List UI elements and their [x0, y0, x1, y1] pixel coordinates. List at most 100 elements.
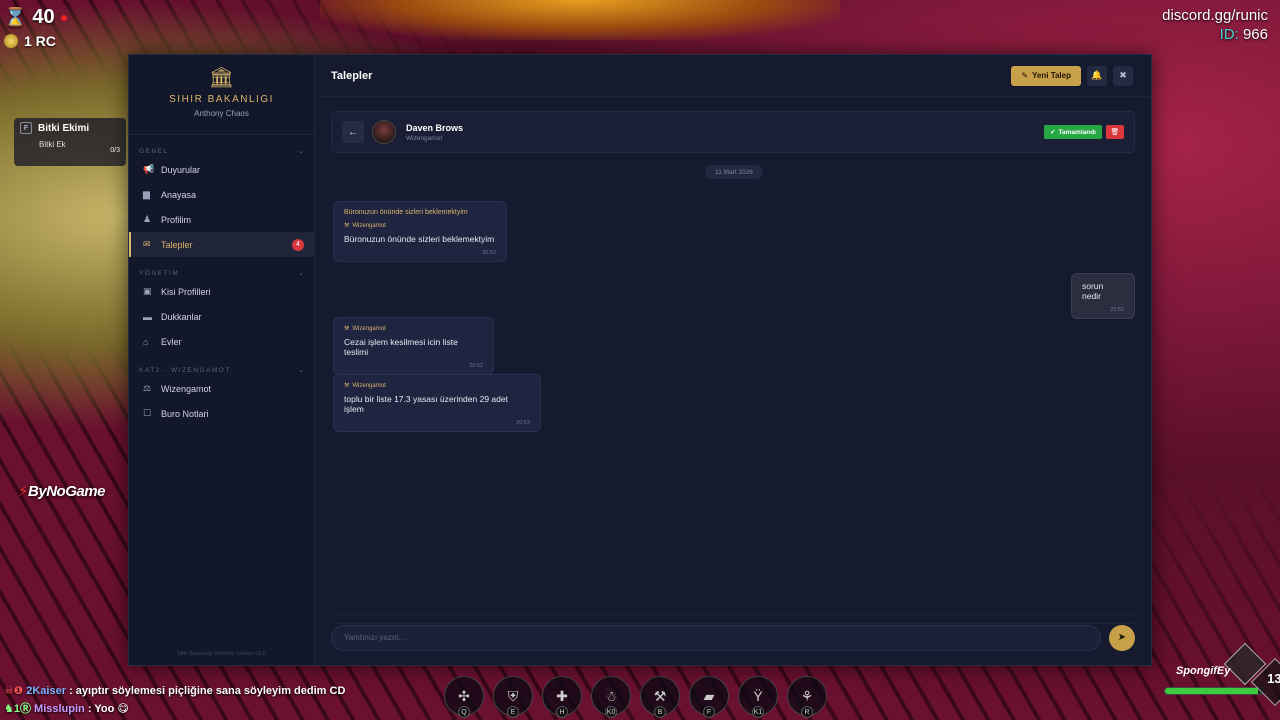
player-id: ID: 966 [1162, 25, 1268, 44]
user-icon: ♟ [143, 214, 152, 224]
chat-line: ☠❶ 2Kaiser : ayıptır söylemesi piçliğine… [4, 682, 345, 700]
sidebar-item-talepler[interactable]: ✉ Talepler 4 [129, 232, 314, 257]
send-button[interactable]: ➤ [1109, 624, 1135, 651]
reply-quote: Büronuzun önünde sizleri beklemektyim [344, 209, 468, 216]
nav-section-genel[interactable]: GENEL ⌄ [129, 145, 314, 157]
hotbar-slot-q[interactable]: ✣ Q [444, 676, 484, 718]
sidebar-item-evler[interactable]: ⌂ Evler [129, 329, 314, 354]
sidebar-item-wizengamot[interactable]: ⚖ Wizengamot [129, 376, 314, 401]
close-button[interactable]: ✖ [1113, 65, 1133, 86]
alert-dot-icon [60, 14, 67, 21]
back-button[interactable]: ← [342, 121, 364, 143]
brand-user: Anthony Chaos [194, 109, 249, 118]
hotbar-key: Q [458, 706, 470, 718]
nav-section-label: KAT2 - WIZENGAMOT [139, 366, 231, 374]
player-id-label: ID: [1219, 26, 1239, 43]
hotbar-key: K1 [752, 706, 764, 718]
reply-input[interactable] [331, 624, 1101, 651]
mark-done-button[interactable]: ✔ Tamamlandı [1044, 125, 1102, 139]
sidebar-item-duyurular[interactable]: 📢 Duyurular [129, 157, 314, 182]
sidebar-item-anayasa[interactable]: ▆ Anayasa [129, 182, 314, 207]
sidebar: 🏛 SIHIR BAKANLIGI Anthony Chaos GENEL ⌄ … [129, 55, 315, 665]
timer-value: 40 [32, 6, 55, 28]
wallet-icon: ▰ [703, 687, 715, 704]
megaphone-icon: 📢 [143, 164, 155, 174]
nav-section-yonetim[interactable]: YÖNETİM ⌄ [129, 267, 314, 279]
discord-link: discord.gg/runic [1162, 7, 1268, 24]
message-text: Büronuzun önünde sizleri beklemektyim [344, 234, 495, 244]
hotbar-key: B [654, 706, 666, 718]
hotbar-slot-k1[interactable]: Ÿ K1 [738, 676, 778, 718]
message-time: 20:52 [469, 363, 483, 369]
player-name: SpongifEy [1176, 665, 1231, 677]
sidebar-item-dukkanlar[interactable]: ▬ Dukkanlar [129, 304, 314, 329]
delete-button[interactable]: 🗑 [1106, 125, 1124, 139]
sidebar-item-buro-notlari[interactable]: ☐ Buro Notlari [129, 401, 314, 426]
message-bubble-incoming: ⚒ Wizengamot Cezai işlem kesilmesi icin l… [333, 317, 494, 375]
hotbar-slot-r[interactable]: ⚘ R [787, 676, 827, 718]
hud-top-left: ⌛ 40 1 RC [4, 6, 67, 49]
bynogame-logo: ⚡ByNoGame [18, 482, 105, 500]
sidebar-item-profilim[interactable]: ♟ Profilim [129, 207, 314, 232]
message-sender: ⚒ Wizengamot [344, 382, 530, 390]
hotbar-key: R [801, 706, 813, 718]
health-bar [1164, 687, 1264, 695]
notifications-button[interactable]: 🔔 [1087, 65, 1107, 86]
sidebar-item-label: Dukkanlar [161, 311, 202, 322]
arrow-left-icon: ← [348, 126, 358, 138]
plant-icon: ⚘ [800, 687, 814, 704]
contact-name: Daven Brows [406, 122, 464, 133]
close-icon: ✖ [1119, 70, 1127, 80]
check-icon: ✔ [1050, 129, 1056, 136]
page-title: Talepler [331, 69, 373, 82]
avatar [372, 120, 396, 144]
hotbar-slot-b[interactable]: ⚒ B [640, 676, 680, 718]
id-card-icon: ▣ [143, 286, 152, 296]
quest-progress: 0/3 [110, 147, 120, 154]
chat-sender: 2Kaiser [26, 685, 67, 697]
sidebar-item-label: Profilim [161, 214, 192, 225]
quest-tracker: F Bitki Ekimi Bitki Ek 0/3 [14, 118, 126, 166]
message-list: 11 Mart 2026 Büronuzun önünde sizleri be… [315, 153, 1151, 665]
home-icon: ⌂ [143, 336, 149, 347]
hotbar-key: E [507, 706, 519, 718]
hotbar-slot-k0[interactable]: ☃ K0 [591, 676, 631, 718]
gavel-icon: ⚒ [344, 383, 350, 389]
ministry-app-window: 🏛 SIHIR BAKANLIGI Anthony Chaos GENEL ⌄ … [128, 54, 1152, 666]
wand-icon: Ÿ [753, 688, 763, 704]
envelope-icon: ✉ [143, 239, 151, 249]
topbar: Talepler ✎ Yeni Talep 🔔 ✖ [315, 55, 1151, 97]
hotbar-key: F [703, 706, 715, 718]
sidebar-item-label: Anayasa [161, 189, 197, 200]
date-divider: 11 Mart 2026 [705, 165, 763, 179]
hourglass-icon: ⌛ [4, 7, 27, 27]
hotbar-key: K0 [605, 706, 617, 718]
message-time: 20:53 [516, 420, 530, 426]
hotbar-key: H [556, 706, 568, 718]
gavel-icon: ⚒ [344, 326, 350, 332]
message-text: toplu bir liste 17.3 yasası üzerinden 29… [344, 394, 508, 414]
quest-title: Bitki Ekimi [38, 122, 90, 134]
brand-title: SIHIR BAKANLIGI [169, 94, 274, 105]
sidebar-item-kisi-profilleri[interactable]: ▣ Kisi Profilleri [129, 279, 314, 304]
book-icon: ▆ [143, 189, 150, 199]
chat-text: : Yoo [84, 703, 115, 715]
nav-section-label: YÖNETİM [139, 269, 180, 277]
coin-icon [4, 34, 18, 48]
flame-icon: ⚡ [18, 483, 29, 500]
nav-section-kat2[interactable]: KAT2 - WIZENGAMOT ⌄ [129, 364, 314, 376]
currency-value: 1 RC [24, 33, 56, 49]
pencil-icon: ✎ [1021, 71, 1029, 80]
hotbar-slot-e[interactable]: ⛨ E [493, 676, 533, 718]
bell-icon: 🔔 [1091, 70, 1103, 80]
plus-icon: ✚ [556, 687, 568, 704]
sidebar-item-label: Wizengamot [161, 383, 212, 394]
hotbar-slot-h[interactable]: ✚ H [542, 676, 582, 718]
hotbar-slot-f[interactable]: ▰ F [689, 676, 729, 718]
bynogame-logo-text: ByNoGame [28, 483, 105, 500]
trash-icon: 🗑 [1110, 129, 1120, 136]
message-sender: ⚒ Wizengamot [344, 222, 496, 230]
bank-icon: 🏛 [208, 67, 235, 89]
new-request-button[interactable]: ✎ Yeni Talep [1011, 65, 1081, 86]
sidebar-footer: Sihir Bakanlığı Yönetim Sistemi v2.0 [177, 651, 266, 657]
